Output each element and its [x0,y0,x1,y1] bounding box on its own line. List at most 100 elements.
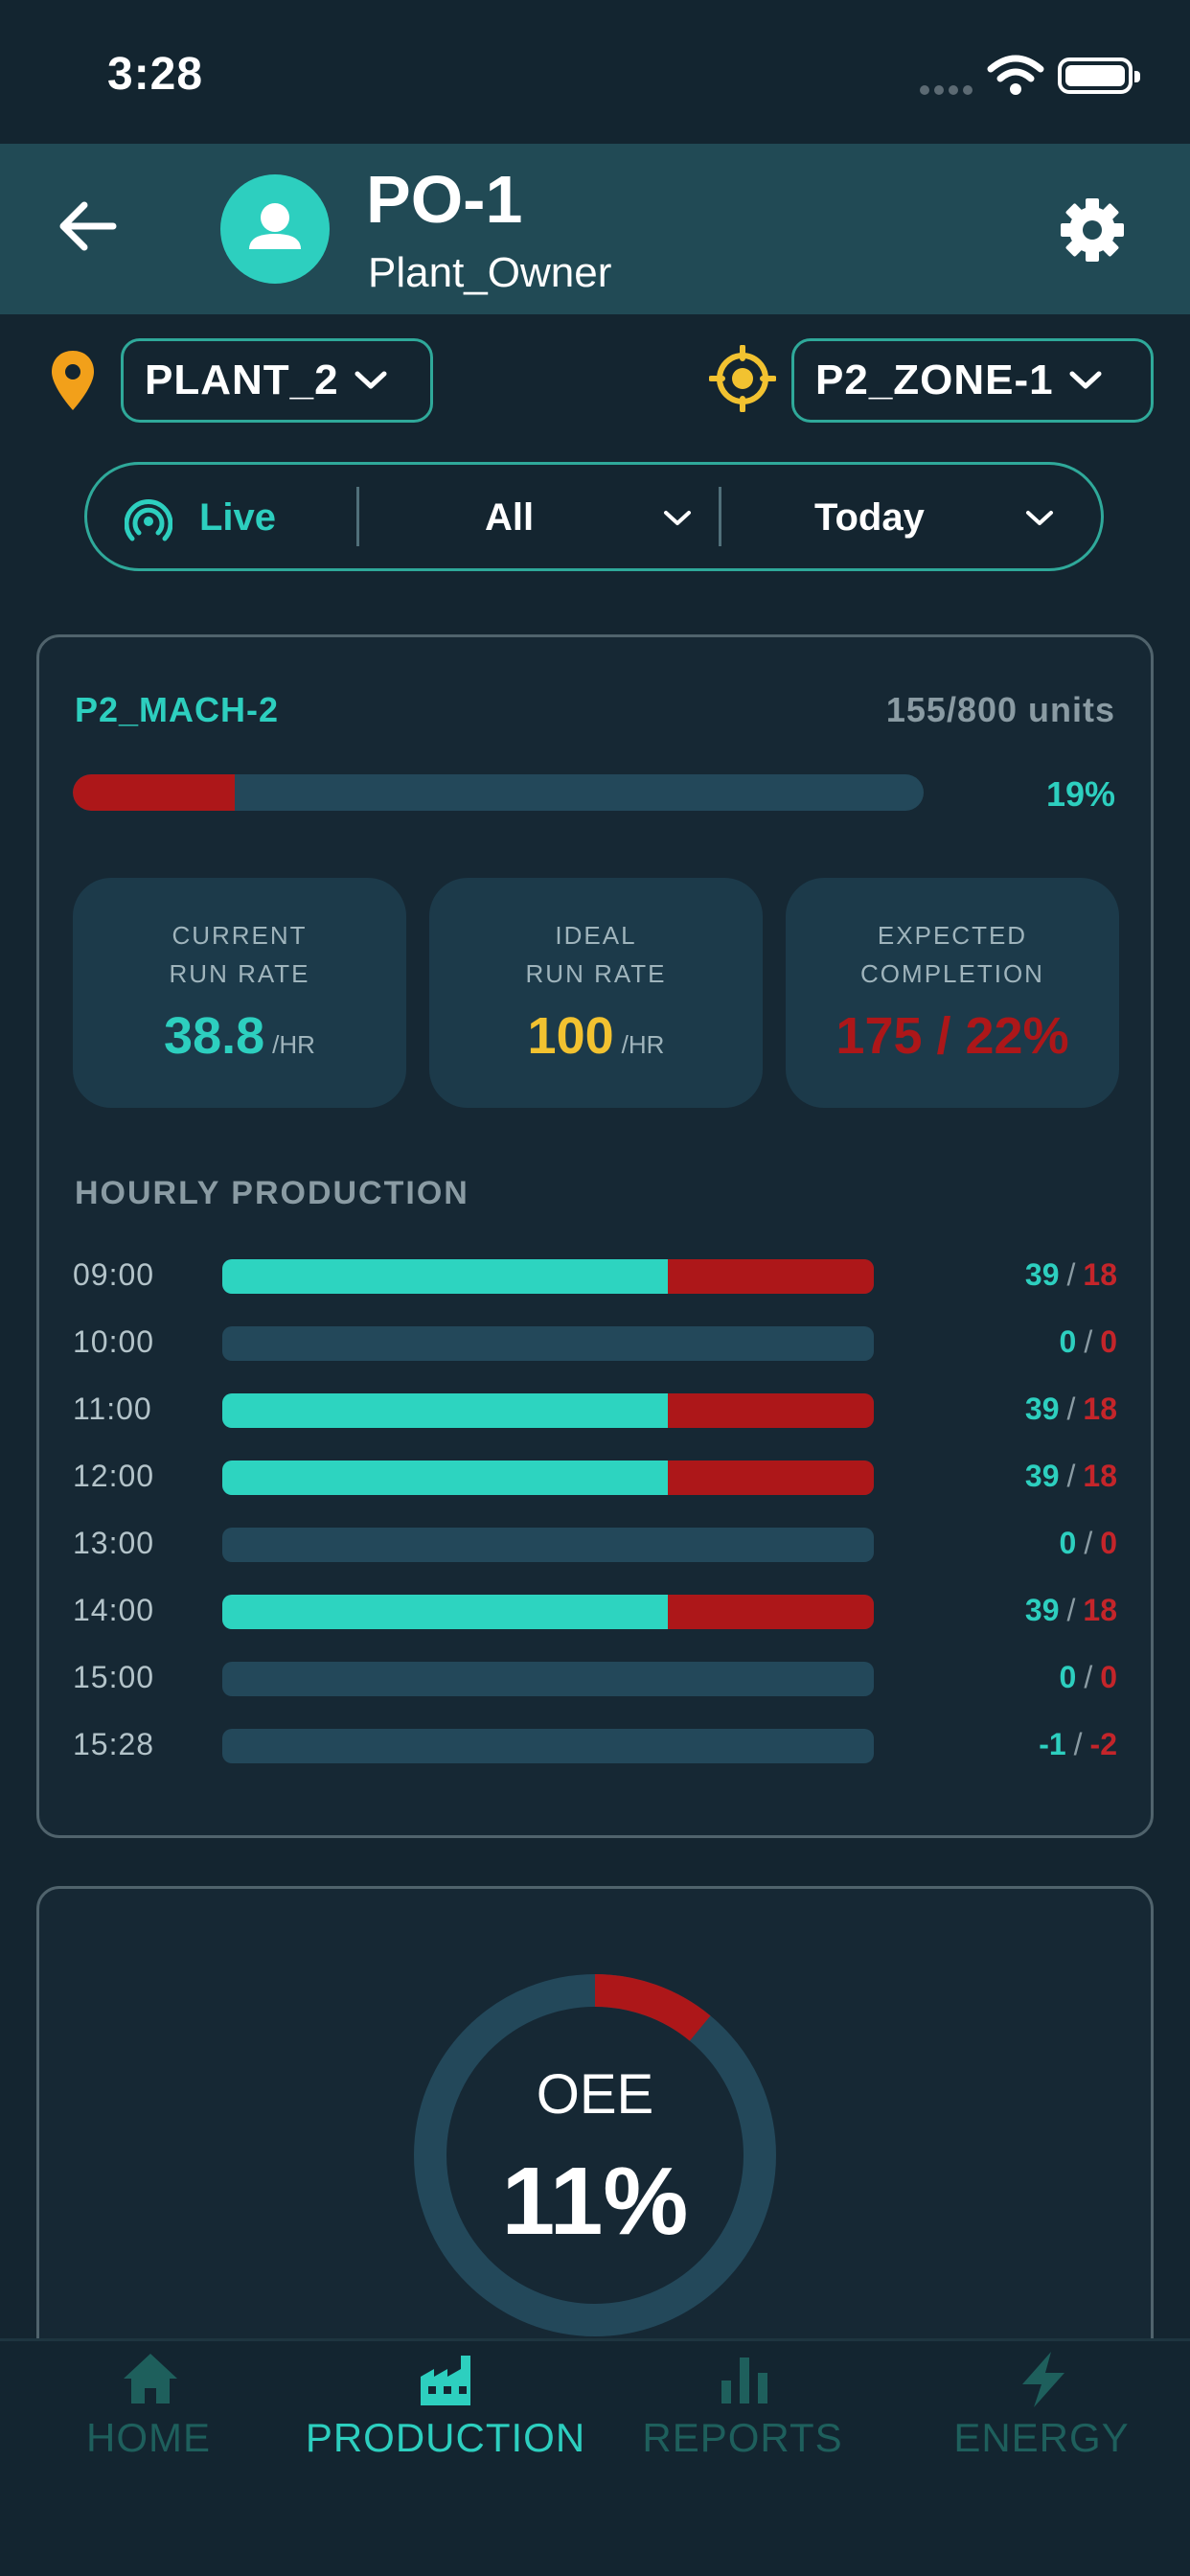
bad-segment [668,1393,874,1428]
period-dropdown[interactable]: Today [814,496,925,540]
avatar[interactable] [220,174,330,284]
nav-production[interactable]: PRODUCTION [297,2338,594,2472]
tile-label: COMPLETION [860,959,1044,988]
hour-label: 10:00 [73,1324,155,1359]
hour-bar [222,1729,874,1763]
nav-label: REPORTS [642,2415,843,2460]
hourly-row: 13:00 0/0 [73,1526,1117,1564]
hour-value: 39/18 [1025,1459,1117,1494]
separator: / [1084,1660,1093,1694]
good-segment [222,1460,668,1495]
factory-icon [421,2356,470,2405]
machine-name: P2_MACH-2 [75,690,280,729]
bad-segment [668,1259,874,1294]
oee-value: 11% [501,2148,689,2255]
chevron-down-icon [1069,371,1102,389]
back-arrow-icon[interactable] [56,197,119,255]
hour-label: 15:00 [73,1660,155,1694]
separator: / [1066,1257,1076,1292]
bad-segment [668,1595,874,1629]
hour-label: 14:00 [73,1593,155,1627]
bad-count: 0 [1100,1660,1117,1694]
chevron-down-icon[interactable] [1025,510,1054,527]
tile-label: RUN RATE [169,959,310,988]
filter-divider [719,487,721,546]
chevron-down-icon [355,371,387,389]
live-broadcast-icon[interactable] [125,494,172,542]
current-run-rate-tile: CURRENT RUN RATE 38.8/HR [73,878,406,1108]
machine-card[interactable] [36,634,1154,1838]
zone-selector[interactable]: P2_ZONE-1 [791,338,1154,423]
tile-unit: /HR [272,1030,315,1059]
lightning-icon [1022,2352,1064,2407]
gear-icon[interactable] [1060,197,1125,263]
plant-selector[interactable]: PLANT_2 [121,338,433,423]
hour-label: 09:00 [73,1257,155,1292]
separator: / [1066,1593,1076,1627]
bar-chart-icon [721,2358,767,2404]
user-icon [249,203,301,249]
hour-label: 13:00 [73,1526,155,1560]
good-segment [222,1259,668,1294]
filter-divider [356,487,359,546]
hourly-row: 14:00 39/18 [73,1593,1117,1631]
units-count: 155/800 units [885,690,1115,729]
progress-fill [73,774,235,811]
hour-value: 0/0 [1060,1324,1117,1360]
bad-count: 18 [1083,1257,1117,1292]
separator: / [1084,1526,1093,1560]
tile-value: 175 / 22% [835,1007,1069,1065]
nav-home[interactable]: HOME [0,2338,297,2472]
hour-label: 11:00 [73,1392,152,1426]
hour-value: -1/-2 [1039,1727,1117,1762]
bad-count: 18 [1083,1459,1117,1493]
oee-label: OEE [536,2063,654,2126]
tile-value: 100 [527,1007,614,1065]
home-icon [124,2354,177,2404]
chevron-down-icon[interactable] [663,510,692,527]
separator: / [1073,1727,1083,1761]
hour-value: 0/0 [1060,1660,1117,1695]
hour-value: 39/18 [1025,1593,1117,1628]
nav-label: PRODUCTION [305,2415,586,2460]
good-count: 0 [1059,1526,1077,1560]
nav-label: ENERGY [953,2415,1130,2460]
hour-label: 15:28 [73,1727,155,1761]
live-toggle[interactable]: Live [199,496,276,540]
hourly-row: 15:00 0/0 [73,1660,1117,1698]
hourly-production-title: HOURLY PRODUCTION [75,1175,469,1211]
plant-selector-value: PLANT_2 [145,356,339,403]
crosshair-target-icon [709,345,776,412]
progress-bar [73,774,924,811]
ideal-run-rate-tile: IDEAL RUN RATE 100/HR [429,878,763,1108]
good-count: 39 [1024,1392,1060,1426]
bad-count: 18 [1083,1593,1117,1627]
hour-bar [222,1259,874,1294]
progress-percent: 19% [1045,774,1115,814]
separator: / [1066,1459,1076,1493]
battery-icon [1058,58,1140,94]
zone-selector-value: P2_ZONE-1 [815,356,1054,403]
hourly-row: 15:28 -1/-2 [73,1727,1117,1765]
signal-icon [920,82,977,95]
wifi-icon [987,55,1044,95]
hour-label: 12:00 [73,1459,155,1493]
status-time: 3:28 [107,49,204,100]
good-count: -1 [1039,1727,1066,1761]
nav-energy[interactable]: ENERGY [893,2338,1190,2472]
page-title: PO-1 [366,162,523,237]
scope-dropdown[interactable]: All [485,496,534,540]
tile-label: EXPECTED [877,921,1028,950]
nav-reports[interactable]: REPORTS [594,2338,891,2472]
hour-value: 39/18 [1025,1257,1117,1293]
expected-completion-tile: EXPECTED COMPLETION 175 / 22% [786,878,1119,1108]
bad-count: 0 [1100,1526,1117,1560]
hour-bar [222,1662,874,1696]
hour-value: 39/18 [1025,1392,1117,1427]
hour-bar [222,1595,874,1629]
good-count: 39 [1024,1459,1060,1493]
bad-count: 0 [1100,1324,1117,1359]
hour-bar [222,1528,874,1562]
separator: / [1084,1324,1093,1359]
tile-unit: /HR [621,1030,665,1059]
